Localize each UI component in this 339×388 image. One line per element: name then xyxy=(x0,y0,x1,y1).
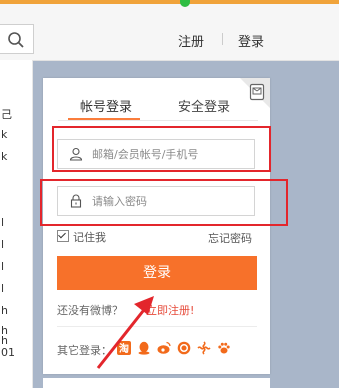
left-panel-text: l xyxy=(1,216,5,229)
unicom-icon[interactable] xyxy=(197,341,211,355)
username-field[interactable] xyxy=(57,139,255,169)
left-panel-text: l xyxy=(1,260,5,273)
left-panel-text: 己 xyxy=(1,108,12,121)
paw-icon[interactable] xyxy=(217,341,231,355)
remember-checkbox[interactable] xyxy=(57,230,69,242)
top-bar: 注册 登录 xyxy=(0,0,339,61)
bottom-card xyxy=(43,378,270,388)
lock-icon xyxy=(70,194,82,208)
left-panel-text: 01 xyxy=(1,346,15,359)
tab-divider xyxy=(58,120,258,121)
password-field[interactable] xyxy=(57,186,255,216)
left-panel-text: l xyxy=(1,238,5,251)
left-panel-text: k xyxy=(1,128,8,141)
search-icon xyxy=(8,32,24,48)
password-input[interactable] xyxy=(92,187,248,215)
qrcode-login-icon[interactable] xyxy=(249,83,265,101)
top-separator xyxy=(222,33,223,45)
username-input[interactable] xyxy=(92,140,248,168)
search-button[interactable] xyxy=(0,24,34,54)
weibo-icon[interactable] xyxy=(157,341,171,355)
tab-secure-login[interactable]: 安全登录 xyxy=(178,96,230,115)
left-panel-text: k xyxy=(1,150,8,163)
register-link-top[interactable]: 注册 xyxy=(178,31,204,50)
left-panel-text: h xyxy=(1,304,8,317)
remember-label: 记住我 xyxy=(73,231,106,244)
top-accent-strip xyxy=(0,0,339,4)
qq-icon[interactable] xyxy=(137,341,151,355)
tab-account-login[interactable]: 帐号登录 xyxy=(80,96,132,115)
user-icon xyxy=(69,147,83,161)
status-dot xyxy=(180,0,190,7)
svg-text:淘: 淘 xyxy=(119,342,129,355)
no-account-text: 还没有微博？ xyxy=(57,304,123,317)
login-button[interactable]: 登录 xyxy=(57,256,257,290)
login-link-top[interactable]: 登录 xyxy=(238,31,264,50)
login-card: 帐号登录 安全登录 记住我 忘记密码 登录 还没有微博？ 立即注册! 其它登录：… xyxy=(43,78,270,374)
taobao-icon[interactable]: 淘 xyxy=(117,341,131,355)
forgot-password-link[interactable]: 忘记密码 xyxy=(208,230,252,246)
left-panel-text: l xyxy=(1,282,5,295)
other-login-label: 其它登录： xyxy=(57,344,112,357)
360-icon[interactable] xyxy=(177,341,191,355)
left-content-panel: 己 k k l l l l h h h 01 xyxy=(0,60,33,388)
active-tab-indicator xyxy=(68,118,140,120)
remember-me[interactable]: 记住我 xyxy=(57,229,106,245)
divider xyxy=(57,326,257,327)
register-now-link[interactable]: 立即注册! xyxy=(146,302,194,318)
